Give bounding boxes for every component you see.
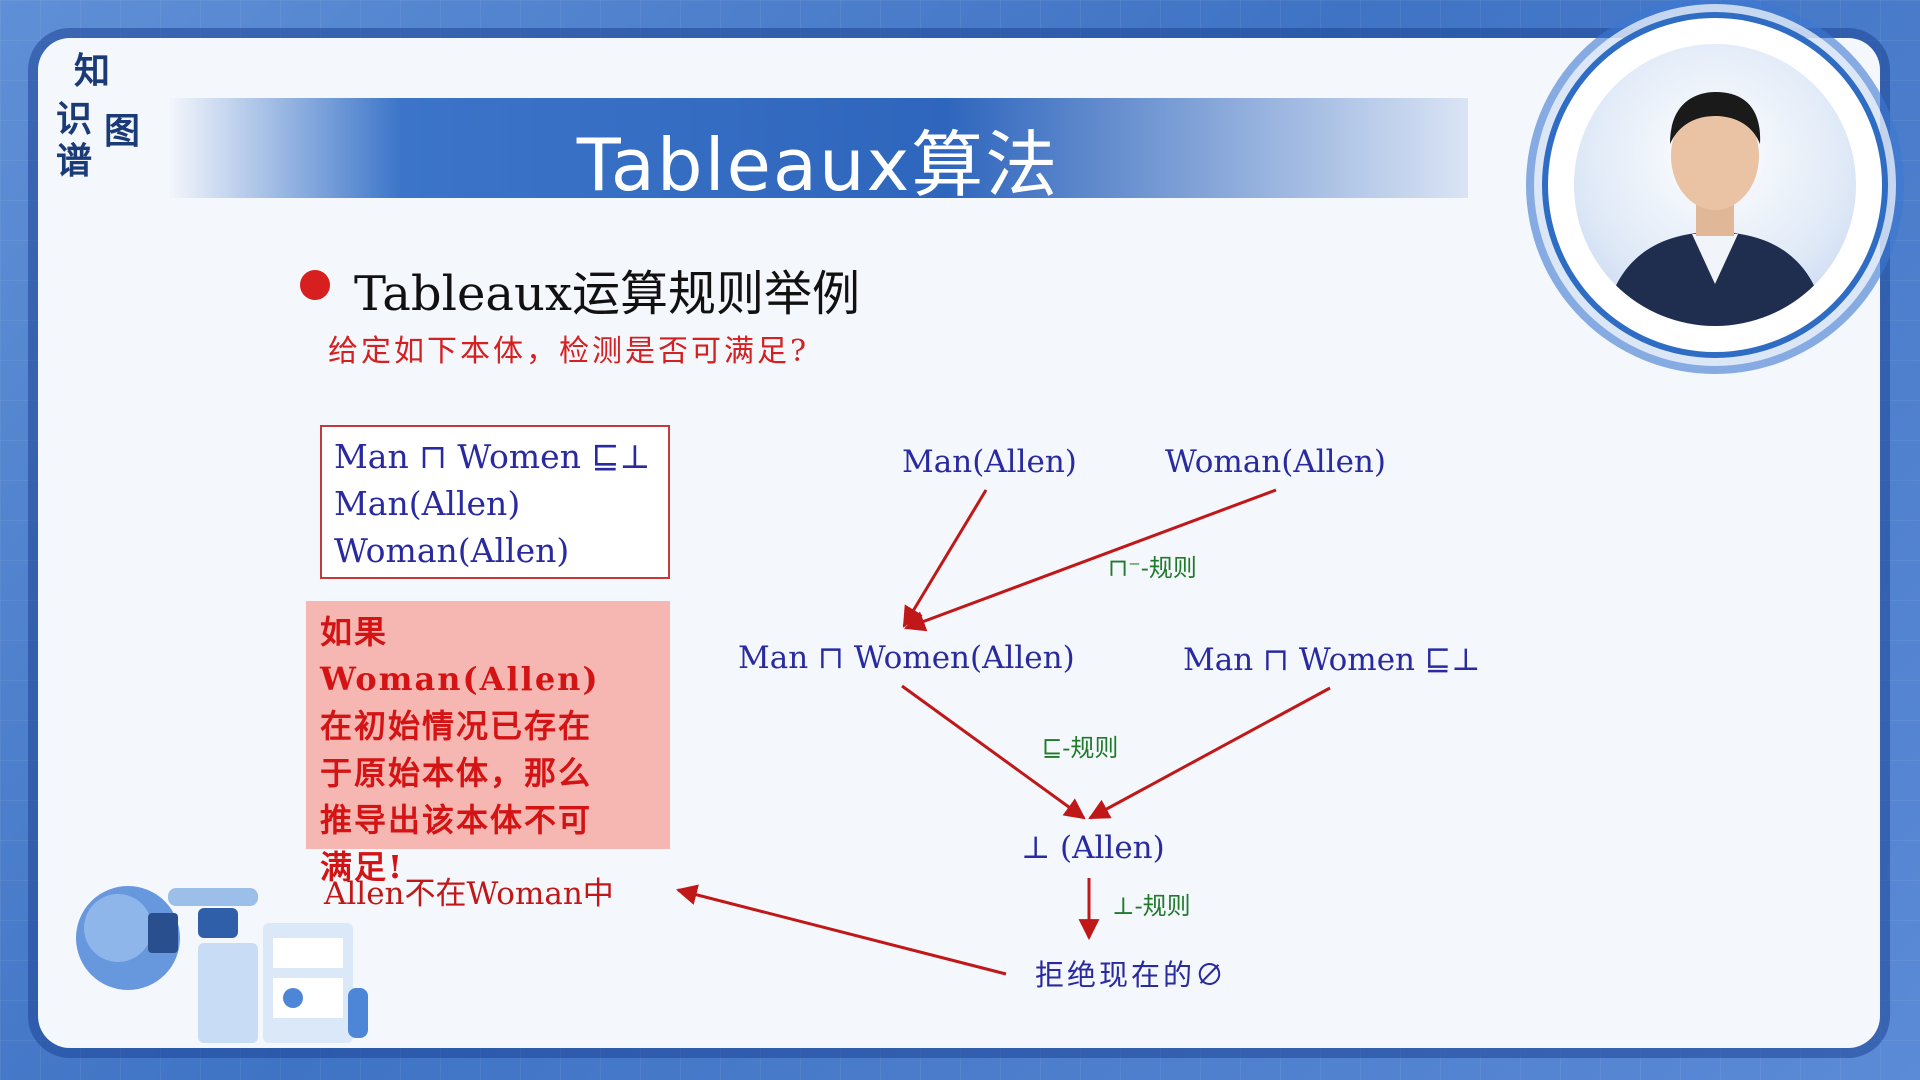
- node-woman-allen: Woman(Allen): [1165, 444, 1386, 480]
- node-bottom-allen: ⊥ (Allen): [1021, 830, 1165, 866]
- node-reject: 拒绝现在的∅: [1035, 958, 1228, 992]
- rule-subsume-label: ⊑-规则: [1042, 734, 1119, 762]
- arrow-reject-to-conclusion: [675, 884, 1007, 976]
- presenter-frame: [1574, 44, 1856, 326]
- node-man-women-allen: Man ⊓ Women(Allen): [738, 640, 1075, 676]
- rule-bottom-label: ⊥-规则: [1112, 892, 1191, 920]
- presenter-video: [1548, 18, 1882, 352]
- arrow-man-to-conj: [902, 489, 988, 628]
- arrow-axiom-to-bottom: [1088, 686, 1331, 820]
- robot-illustration: [76, 886, 368, 1043]
- node-man-women-bottom: Man ⊓ Women ⊑⊥: [1183, 642, 1481, 678]
- presenter-avatar: [1604, 92, 1826, 326]
- node-man-allen: Man(Allen): [902, 444, 1077, 480]
- arrow-woman-to-conj: [904, 488, 1277, 632]
- rule-conj-label: ⊓⁻-规则: [1108, 554, 1197, 582]
